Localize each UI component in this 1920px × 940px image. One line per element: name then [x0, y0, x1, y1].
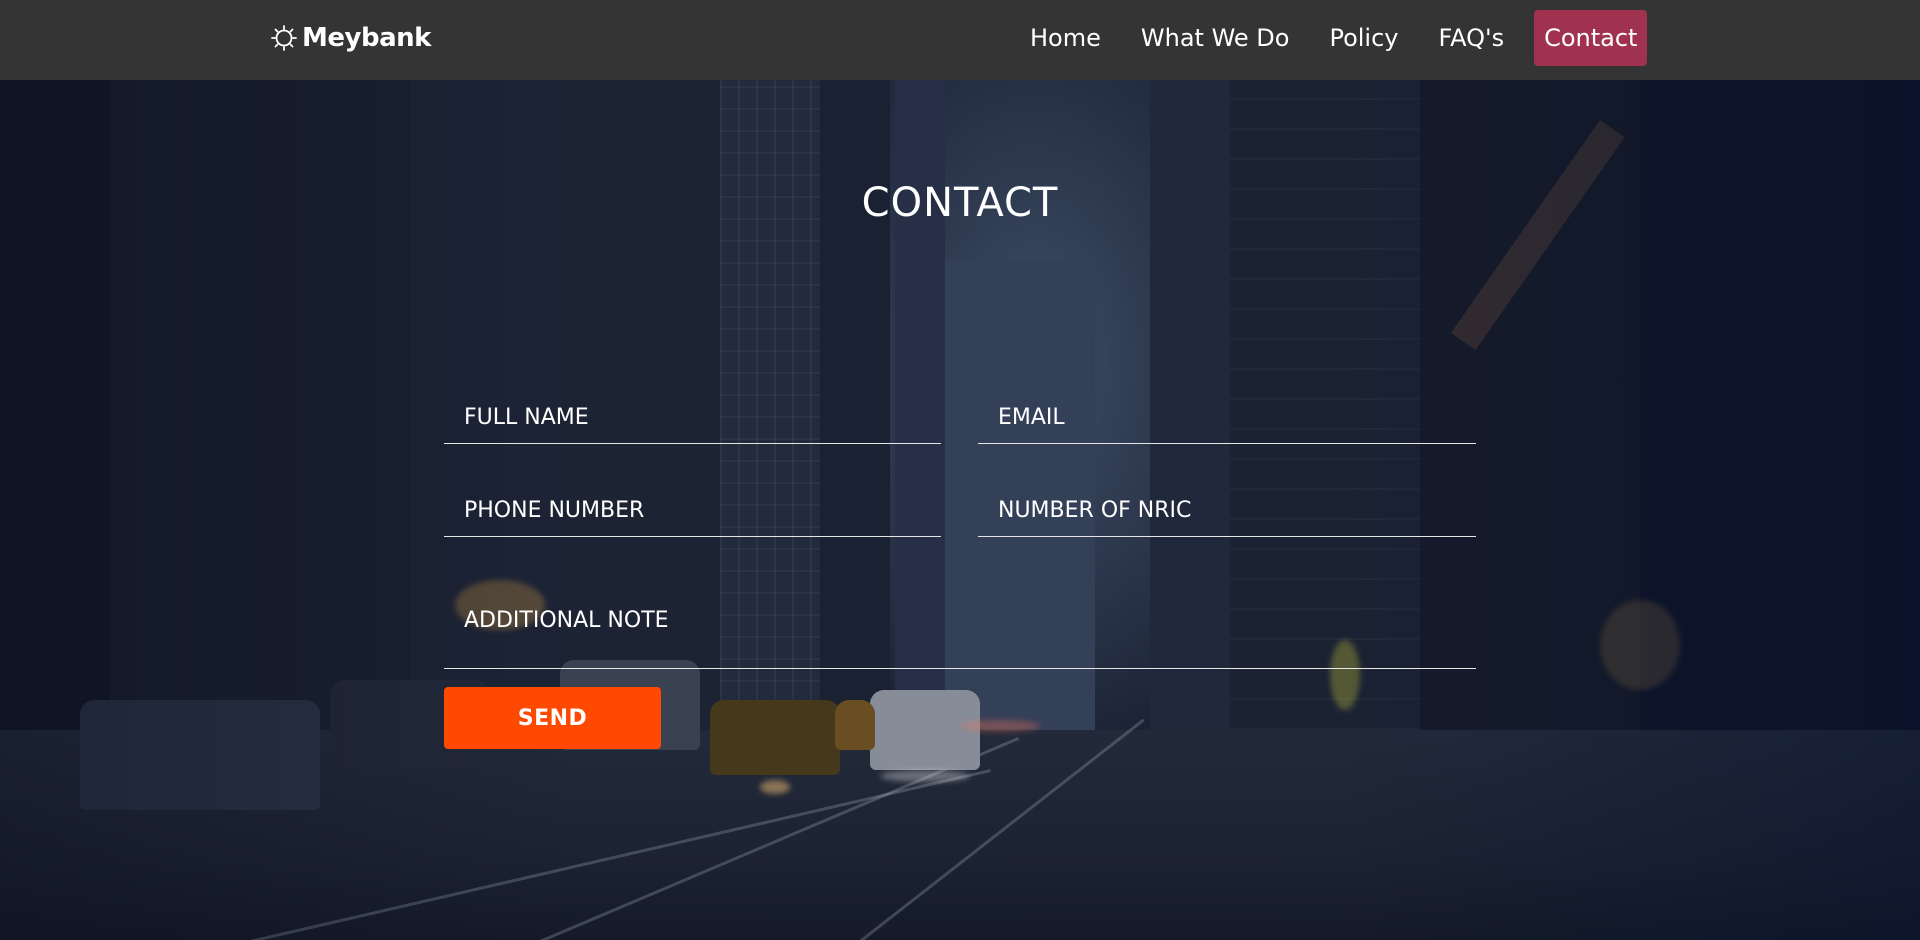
- brand-name: Meybank: [302, 23, 431, 53]
- nav-item-what-we-do[interactable]: What We Do: [1131, 10, 1300, 66]
- background-overlay: [0, 0, 1920, 940]
- send-button[interactable]: SEND: [444, 687, 661, 749]
- nric-number-input[interactable]: [978, 485, 1476, 537]
- nav-item-faqs[interactable]: FAQ's: [1429, 10, 1515, 66]
- top-navbar: Meybank Home What We Do Policy FAQ's Con…: [0, 0, 1920, 80]
- nav-item-contact[interactable]: Contact: [1534, 10, 1648, 66]
- page-title: CONTACT: [861, 180, 1059, 226]
- sunburst-logo-icon: [270, 24, 298, 52]
- nav-item-home[interactable]: Home: [1020, 10, 1111, 66]
- additional-note-textarea[interactable]: [444, 595, 1476, 669]
- phone-number-input[interactable]: [444, 485, 941, 537]
- nav-item-policy[interactable]: Policy: [1319, 10, 1408, 66]
- brand-link[interactable]: Meybank: [270, 20, 431, 56]
- email-input[interactable]: [978, 392, 1476, 444]
- main-nav: Home What We Do Policy FAQ's Contact: [1020, 10, 1648, 66]
- background-city-image: [0, 0, 1920, 940]
- full-name-input[interactable]: [444, 392, 941, 444]
